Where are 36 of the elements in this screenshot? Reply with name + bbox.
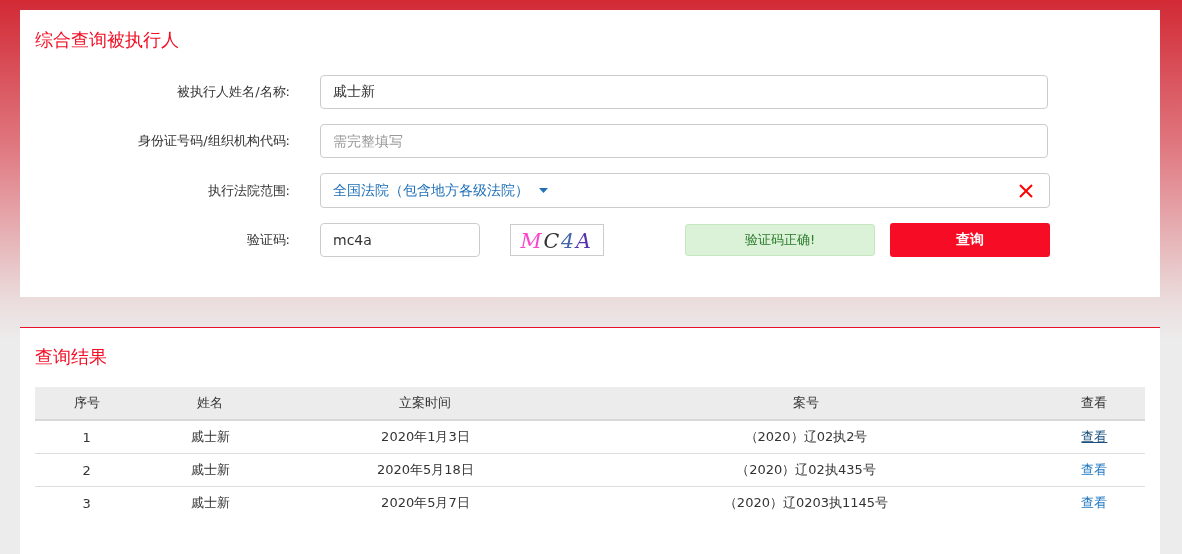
- field-label: 身份证号码/组织机构代码:: [137, 132, 290, 150]
- table-cell: （2020）辽02执435号: [568, 453, 1044, 487]
- input-field[interactable]: 需完整填写: [320, 124, 1048, 158]
- view-link[interactable]: 查看: [1081, 495, 1108, 510]
- table-cell: （2020）辽02执2号: [568, 420, 1044, 454]
- column-header: 查看: [1043, 387, 1145, 420]
- table-cell: 2020年1月3日: [282, 420, 569, 454]
- table-cell: 2020年5月18日: [282, 453, 569, 487]
- column-header: 立案时间: [282, 387, 569, 420]
- table-cell: 戚士新: [138, 453, 283, 487]
- field-label: 执行法院范围:: [206, 181, 290, 200]
- view-link[interactable]: 查看: [1081, 429, 1108, 444]
- view-link[interactable]: 查看: [1081, 462, 1108, 477]
- table-cell: （2020）辽0203执1145号: [568, 486, 1044, 519]
- captcha-image[interactable]: MC4A: [510, 224, 604, 256]
- captcha-status: 验证码正确!: [685, 224, 875, 256]
- table-cell: 戚士新: [138, 486, 283, 519]
- court-select[interactable]: 全国法院（包含地方各级法院）: [320, 173, 1050, 208]
- input-field[interactable]: 戚士新: [320, 75, 1048, 109]
- close-icon[interactable]: [1019, 183, 1033, 198]
- table-cell: 戚士新: [138, 420, 283, 454]
- caret-icon: [539, 188, 548, 193]
- select-value: 全国法院（包含地方各级法院）: [333, 181, 529, 200]
- column-header: 案号: [568, 387, 1044, 420]
- column-header: 姓名: [138, 387, 283, 420]
- table-cell: 2: [35, 453, 139, 487]
- captcha-field[interactable]: mc4a: [320, 223, 480, 257]
- field-label: 验证码:: [245, 231, 290, 249]
- column-header: 序号: [35, 387, 139, 420]
- search-button[interactable]: 查询: [890, 223, 1050, 257]
- panel-title: 综合查询被执行人: [35, 28, 179, 52]
- panel-title: 查询结果: [35, 345, 107, 369]
- table-cell: 2020年5月7日: [282, 486, 569, 519]
- field-label: 被执行人姓名/名称:: [176, 83, 290, 101]
- table-cell: 3: [35, 486, 139, 519]
- table-cell: 1: [35, 420, 139, 454]
